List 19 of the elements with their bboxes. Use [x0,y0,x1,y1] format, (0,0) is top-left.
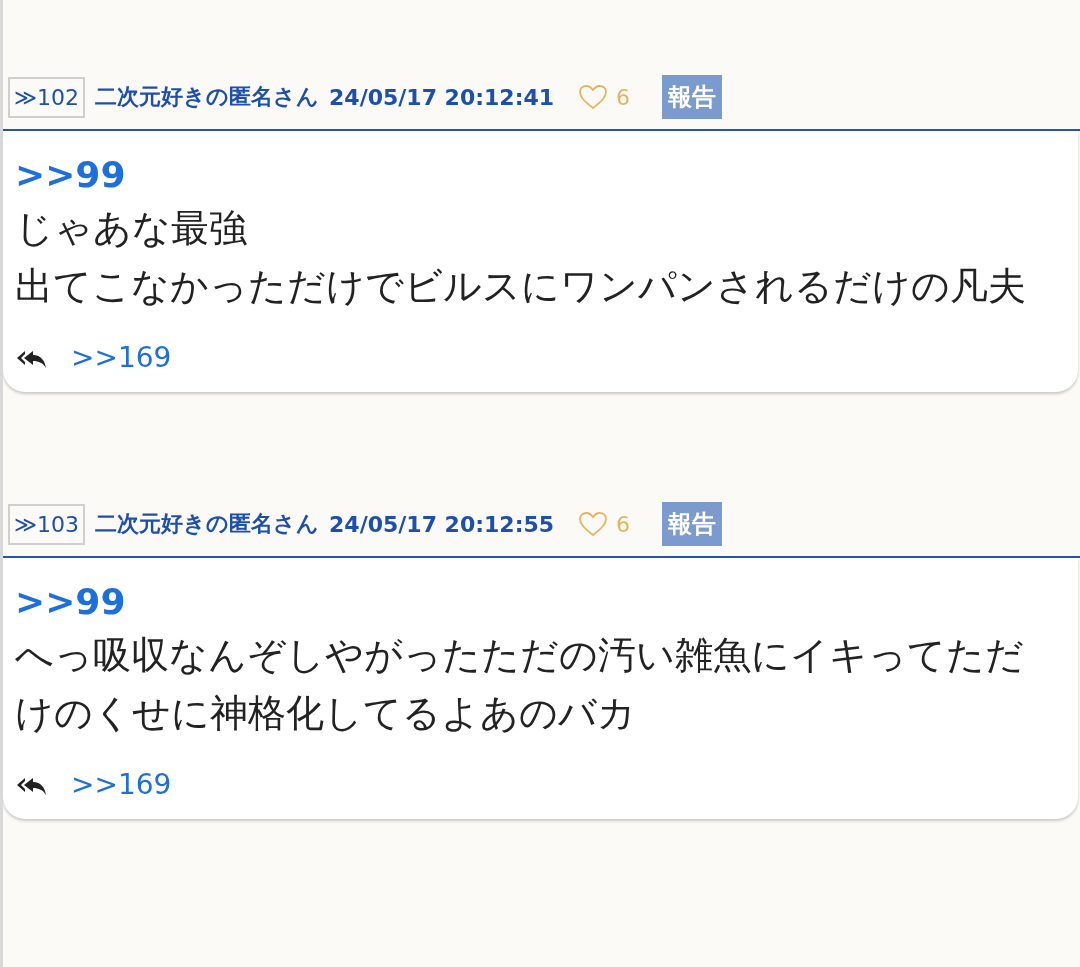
reply-link[interactable]: >>169 [71,768,172,801]
heart-icon[interactable] [578,511,609,537]
post-datetime: 24/05/17 20:12:41 [329,84,555,110]
heart-icon[interactable] [578,84,609,110]
reply-link[interactable]: >>169 [71,341,172,374]
like-count: 6 [616,84,631,110]
author-name: 二次元好きの匿名さん [95,510,320,538]
author-name: 二次元好きの匿名さん [95,83,320,111]
report-button[interactable]: 報告 [662,502,723,546]
post-datetime: 24/05/17 20:12:55 [329,511,555,537]
post-text: じゃあな最強 [15,205,248,252]
reply-anchor-link[interactable]: >>99 [15,151,126,199]
reply-anchor-link[interactable]: >>99 [15,578,126,626]
post-number-link[interactable]: ≫103 [8,503,86,545]
like-count: 6 [616,511,631,537]
post-number-link[interactable]: ≫102 [8,76,86,118]
post-text: へっ吸収なんぞしやがったただの汚い雑魚にイキってただけのくせに神格化してるよあのバカ [15,632,1025,737]
post-text: 出てこなかっただけでビルスにワンパンされるだけの凡夫 [15,263,1027,310]
report-button[interactable]: 報告 [662,75,723,119]
